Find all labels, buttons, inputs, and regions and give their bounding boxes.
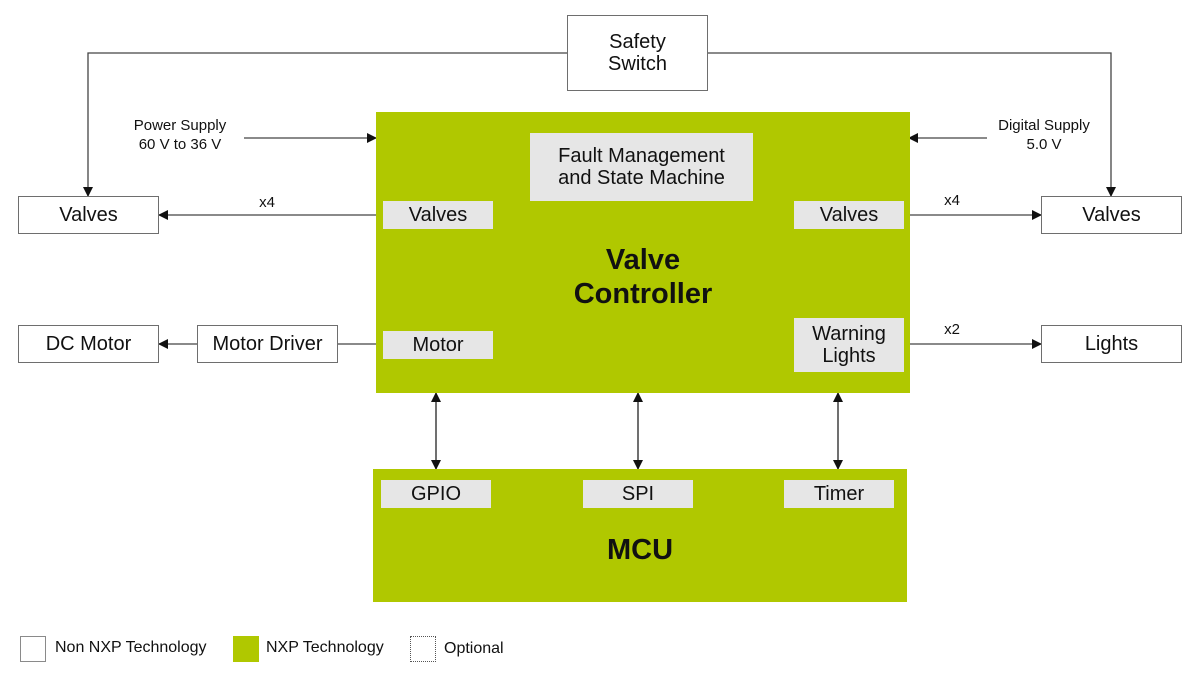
power-supply-line1: Power Supply xyxy=(133,117,227,134)
motor-driver-block: Motor Driver xyxy=(197,325,338,363)
safety-switch-block: Safety Switch xyxy=(567,15,708,91)
valves-left-multiplier: x4 xyxy=(259,194,275,211)
warning-lights-line1: Warning xyxy=(812,323,886,345)
controller-valves-right-port: Valves xyxy=(794,201,904,229)
mcu-gpio-label: GPIO xyxy=(410,483,461,505)
controller-valves-right-label: Valves xyxy=(819,204,879,226)
lights-block: Lights xyxy=(1041,325,1182,363)
valves-right-block: Valves xyxy=(1041,196,1182,234)
valve-controller-title: Valve Controller xyxy=(543,243,743,311)
valve-controller-block: Fault Management and State Machine Valve… xyxy=(376,112,910,393)
legend: Non NXP Technology NXP Technology Option… xyxy=(20,636,540,664)
legend-label-nxp: NXP Technology xyxy=(266,639,384,656)
digital-supply-line1: Digital Supply xyxy=(998,117,1090,134)
controller-valves-left-label: Valves xyxy=(408,204,468,226)
lights-label: Lights xyxy=(1084,333,1139,355)
legend-swatch-non-nxp xyxy=(20,636,46,662)
fault-management-line1: Fault Management xyxy=(558,145,725,167)
controller-warning-lights-port: Warning Lights xyxy=(794,318,904,372)
fault-management-block: Fault Management and State Machine xyxy=(530,133,753,201)
valves-left-block: Valves xyxy=(18,196,159,234)
mcu-spi-label: SPI xyxy=(621,483,655,505)
lights-multiplier: x2 xyxy=(944,321,960,338)
mcu-block: GPIO SPI Timer MCU xyxy=(373,469,907,602)
safety-switch-label: Safety Switch xyxy=(608,31,667,75)
mcu-gpio-port: GPIO xyxy=(381,480,491,508)
warning-lights-line2: Lights xyxy=(822,345,876,367)
legend-label-optional: Optional xyxy=(444,640,504,657)
power-supply-line2: 60 V to 36 V xyxy=(138,136,222,153)
mcu-title: MCU xyxy=(606,534,674,566)
motor-driver-label: Motor Driver xyxy=(212,333,323,355)
mcu-spi-port: SPI xyxy=(583,480,693,508)
valves-right-label: Valves xyxy=(1082,204,1141,226)
digital-supply-label: Digital Supply 5.0 V xyxy=(978,116,1110,154)
digital-supply-line2: 5.0 V xyxy=(1026,136,1062,153)
valves-right-multiplier: x4 xyxy=(944,192,960,209)
controller-motor-label: Motor xyxy=(412,334,464,356)
controller-valves-left-port: Valves xyxy=(383,201,493,229)
controller-motor-port: Motor xyxy=(383,331,493,359)
legend-label-non-nxp: Non NXP Technology xyxy=(55,639,207,656)
fault-management-line2: and State Machine xyxy=(558,167,725,189)
valve-controller-title-line1: Valve xyxy=(605,244,681,276)
valve-controller-title-line2: Controller xyxy=(573,278,713,310)
legend-swatch-nxp xyxy=(233,636,259,662)
dc-motor-label: DC Motor xyxy=(45,333,132,355)
power-supply-label: Power Supply 60 V to 36 V xyxy=(110,116,250,154)
valves-left-label: Valves xyxy=(59,204,118,226)
mcu-timer-port: Timer xyxy=(784,480,894,508)
mcu-timer-label: Timer xyxy=(813,483,865,505)
legend-swatch-optional xyxy=(410,636,436,662)
dc-motor-block: DC Motor xyxy=(18,325,159,363)
